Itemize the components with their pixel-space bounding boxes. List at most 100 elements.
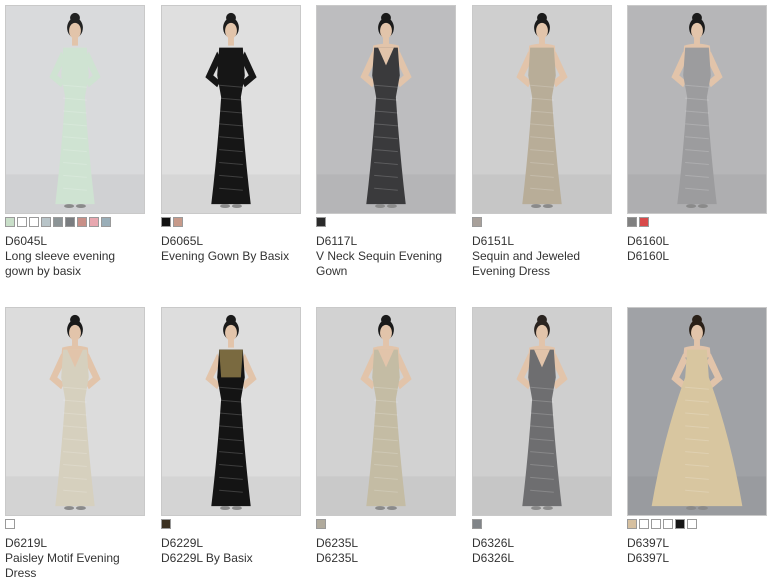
color-swatch[interactable] (651, 519, 661, 529)
product-card[interactable]: D6151L Sequin and Jeweled Evening Dress (472, 5, 612, 279)
product-photo[interactable] (316, 5, 456, 214)
product-photo[interactable] (5, 307, 145, 516)
product-photo[interactable] (161, 307, 301, 516)
color-swatch[interactable] (675, 519, 685, 529)
color-swatch[interactable] (316, 519, 326, 529)
face (536, 22, 548, 39)
product-title[interactable]: D6229L By Basix (161, 551, 301, 566)
color-swatch[interactable] (639, 217, 649, 227)
model-photo-svg (6, 308, 144, 515)
product-title[interactable]: Long sleeve evening gown by basix (5, 249, 145, 279)
face (380, 22, 392, 39)
product-photo[interactable] (316, 307, 456, 516)
product-title[interactable]: D6397L (627, 551, 767, 566)
face (691, 22, 703, 39)
product-code[interactable]: D6117L (316, 234, 456, 249)
product-photo[interactable] (5, 5, 145, 214)
product-code[interactable]: D6219L (5, 536, 145, 551)
color-swatch[interactable] (472, 217, 482, 227)
color-swatch[interactable] (161, 519, 171, 529)
color-swatches (316, 217, 456, 227)
neck (72, 37, 78, 46)
color-swatch[interactable] (316, 217, 326, 227)
shoe-left (64, 506, 75, 511)
shoe-left (531, 506, 542, 511)
product-title[interactable]: V Neck Sequin Evening Gown (316, 249, 456, 279)
color-swatch[interactable] (29, 217, 39, 227)
product-title[interactable]: Sequin and Jeweled Evening Dress (472, 249, 612, 279)
product-photo[interactable] (627, 5, 767, 214)
color-swatch[interactable] (89, 217, 99, 227)
model-photo-svg (317, 308, 455, 515)
color-swatch[interactable] (53, 217, 63, 227)
color-swatch[interactable] (77, 217, 87, 227)
color-swatch[interactable] (627, 217, 637, 227)
product-card[interactable]: D6397L D6397L (627, 307, 767, 566)
product-title[interactable]: Evening Gown By Basix (161, 249, 301, 264)
product-card[interactable]: D6045L Long sleeve evening gown by basix (5, 5, 145, 279)
shoe-right (697, 204, 708, 209)
product-code[interactable]: D6065L (161, 234, 301, 249)
product-grid: D6045L Long sleeve evening gown by basix D… (0, 0, 770, 580)
color-swatch[interactable] (663, 519, 673, 529)
product-photo[interactable] (472, 307, 612, 516)
shoe-right (386, 204, 397, 209)
shoe-left (220, 204, 231, 209)
product-code[interactable]: D6151L (472, 234, 612, 249)
product-card[interactable]: D6229L D6229L By Basix (161, 307, 301, 566)
product-title[interactable]: Paisley Motif Evening Dress (5, 551, 145, 581)
color-swatch[interactable] (173, 217, 183, 227)
product-code[interactable]: D6235L (316, 536, 456, 551)
embellished-bodice (219, 349, 243, 378)
product-card[interactable]: D6326L D6326L (472, 307, 612, 566)
color-swatch[interactable] (5, 217, 15, 227)
shoe-left (375, 204, 386, 209)
color-swatches (472, 519, 612, 529)
face (69, 324, 81, 341)
product-code[interactable]: D6326L (472, 536, 612, 551)
product-title[interactable]: D6160L (627, 249, 767, 264)
color-swatch[interactable] (472, 519, 482, 529)
shoe-right (697, 506, 708, 511)
product-code[interactable]: D6229L (161, 536, 301, 551)
product-photo[interactable] (472, 5, 612, 214)
face (380, 324, 392, 341)
product-card[interactable]: D6117L V Neck Sequin Evening Gown (316, 5, 456, 279)
product-code[interactable]: D6397L (627, 536, 767, 551)
product-card[interactable]: D6219L Paisley Motif Evening Dress (5, 307, 145, 581)
shoe-left (220, 506, 231, 511)
shoe-right (75, 204, 86, 209)
model-photo-svg (628, 308, 766, 515)
product-code[interactable]: D6045L (5, 234, 145, 249)
product-code[interactable]: D6160L (627, 234, 767, 249)
color-swatch[interactable] (41, 217, 51, 227)
shoe-left (64, 204, 75, 209)
face (69, 22, 81, 39)
shoe-right (231, 204, 242, 209)
shoe-left (686, 204, 697, 209)
face (691, 324, 703, 341)
model-photo-svg (473, 308, 611, 515)
product-title[interactable]: D6326L (472, 551, 612, 566)
color-swatch[interactable] (101, 217, 111, 227)
color-swatch[interactable] (17, 217, 27, 227)
face (225, 22, 237, 39)
shoe-right (231, 506, 242, 511)
color-swatch[interactable] (161, 217, 171, 227)
shoe-right (542, 506, 553, 511)
color-swatch[interactable] (639, 519, 649, 529)
product-card[interactable]: D6065L Evening Gown By Basix (161, 5, 301, 264)
color-swatches (316, 519, 456, 529)
product-card[interactable]: D6160L D6160L (627, 5, 767, 264)
color-swatch[interactable] (687, 519, 697, 529)
color-swatch[interactable] (65, 217, 75, 227)
shoe-right (386, 506, 397, 511)
product-photo[interactable] (627, 307, 767, 516)
product-title[interactable]: D6235L (316, 551, 456, 566)
color-swatch[interactable] (627, 519, 637, 529)
color-swatches (627, 519, 767, 529)
product-card[interactable]: D6235L D6235L (316, 307, 456, 566)
color-swatch[interactable] (5, 519, 15, 529)
product-photo[interactable] (161, 5, 301, 214)
shoe-left (375, 506, 386, 511)
